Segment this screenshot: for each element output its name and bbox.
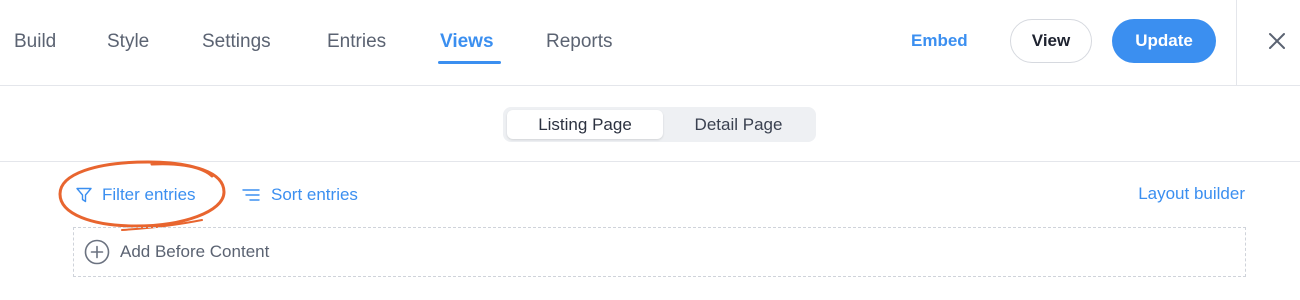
sort-entries-label: Sort entries — [271, 185, 358, 204]
tab-reports[interactable]: Reports — [546, 30, 613, 54]
add-before-content-dropzone[interactable]: Add Before Content — [73, 227, 1246, 277]
tab-style[interactable]: Style — [107, 30, 149, 54]
top-nav-bar: Build Style Settings Entries Views Repor… — [0, 0, 1300, 86]
topbar-divider — [1236, 0, 1237, 86]
filter-entries-label: Filter entries — [102, 185, 196, 204]
detail-page-toggle[interactable]: Detail Page — [665, 110, 812, 139]
tab-settings[interactable]: Settings — [202, 30, 271, 54]
listing-page-toggle[interactable]: Listing Page — [507, 110, 663, 139]
sort-entries-link[interactable]: Sort entries — [242, 183, 358, 207]
view-button[interactable]: View — [1010, 19, 1092, 63]
tab-entries[interactable]: Entries — [327, 30, 386, 54]
filter-entries-link[interactable]: Filter entries — [75, 183, 196, 207]
plus-circle-icon — [84, 239, 110, 265]
tab-build[interactable]: Build — [14, 30, 56, 54]
embed-link[interactable]: Embed — [911, 31, 968, 51]
active-tab-indicator — [438, 61, 501, 64]
page-toggle-bar: Listing Page Detail Page — [0, 86, 1300, 162]
page-type-segmented-control: Listing Page Detail Page — [503, 107, 816, 142]
filter-funnel-icon — [75, 186, 93, 204]
views-editor-page: Build Style Settings Entries Views Repor… — [0, 0, 1300, 300]
layout-builder-link[interactable]: Layout builder — [1138, 184, 1245, 204]
close-icon[interactable] — [1265, 29, 1289, 53]
add-before-content-label: Add Before Content — [120, 242, 270, 261]
tab-views[interactable]: Views — [440, 30, 494, 54]
update-button[interactable]: Update — [1112, 19, 1216, 63]
sort-lines-icon — [242, 187, 260, 203]
